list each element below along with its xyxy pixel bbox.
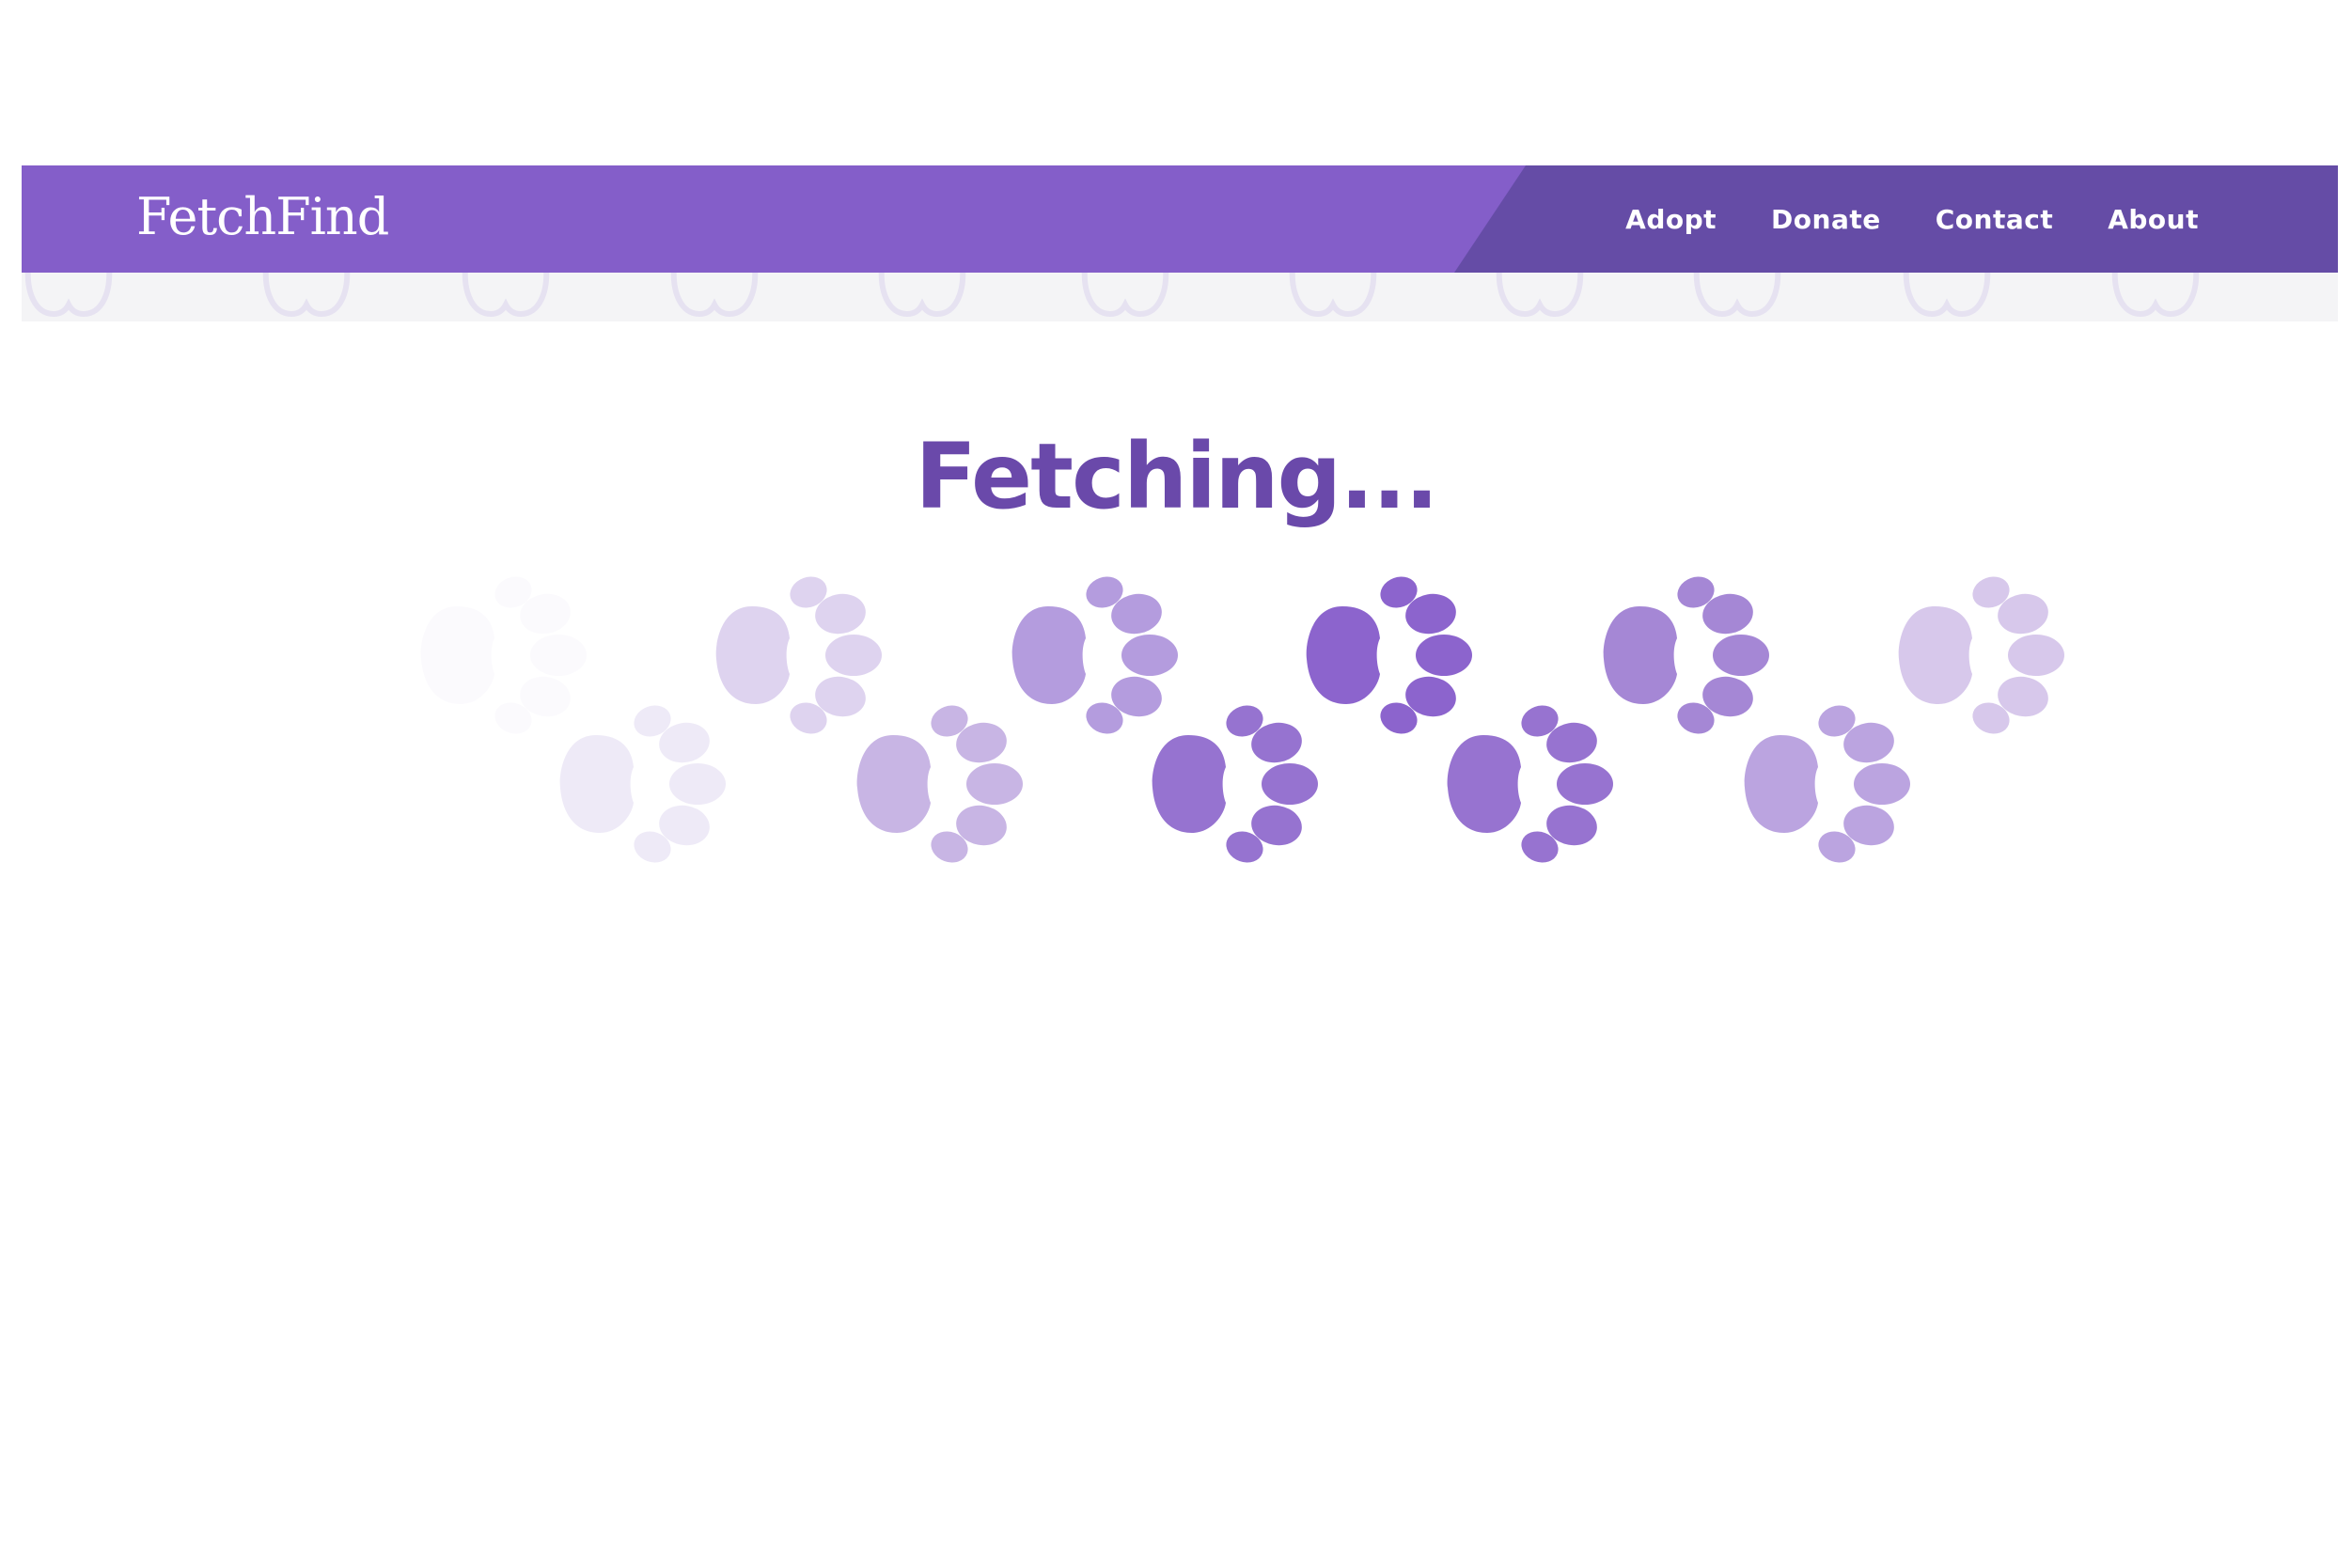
paw-icon (1011, 576, 1178, 734)
paw-icon (1306, 576, 1472, 734)
paw-icon (1898, 576, 2064, 734)
paw-icon (1152, 705, 1318, 863)
paw-icon (559, 705, 726, 863)
paw-icon (1603, 576, 1769, 734)
paw-icon (1744, 705, 1910, 863)
paw-icon (1447, 705, 1613, 863)
paw-icon (420, 576, 587, 734)
paw-loader (420, 576, 2064, 863)
paw-icon (856, 705, 1023, 863)
paw-icon (715, 576, 882, 734)
